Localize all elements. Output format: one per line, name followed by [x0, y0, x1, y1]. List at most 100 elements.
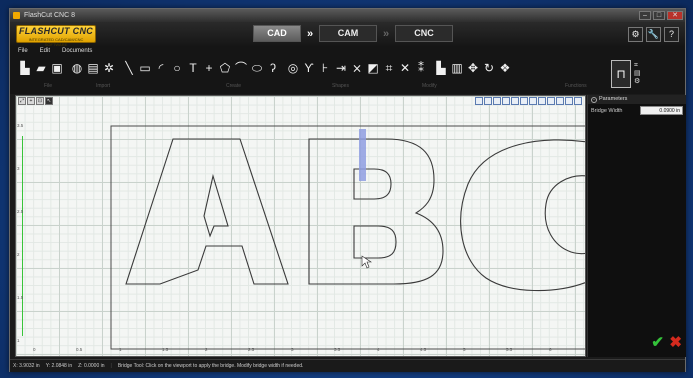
- cad-viewport[interactable]: ⤢ + ⊡ ↖ 3.5 3 2.5 2 1.5 1 0 0.5 1 1.5 2 …: [15, 95, 586, 357]
- y-tick-label: 2.5: [17, 209, 24, 214]
- view-option-icon[interactable]: [574, 97, 582, 105]
- view-option-icon[interactable]: [556, 97, 564, 105]
- collapse-icon[interactable]: −: [591, 96, 597, 103]
- work-area-boundary: [110, 125, 585, 350]
- bridge-width-row: Bridge Width: [588, 104, 686, 117]
- text-icon[interactable]: T: [186, 60, 200, 76]
- accept-checkmark-icon[interactable]: ✔: [651, 333, 664, 351]
- x-tick-label: 5.5: [506, 347, 513, 352]
- view-option-icon[interactable]: [484, 97, 492, 105]
- status-bar: X: 3.9032 in Y: 2.0848 in Z: 0.0000 in |…: [10, 359, 685, 372]
- x-ruler: 0 0.5 1 1.5 2 2.5 3 3.5 4 4.5 5 5.5 6: [16, 347, 585, 356]
- status-y-coord: Y: 2.0848 in: [45, 363, 73, 369]
- view-option-icon[interactable]: [547, 97, 555, 105]
- status-x-coord: X: 3.9032 in: [13, 363, 40, 369]
- y-tick-label: 3.5: [17, 123, 24, 128]
- select-arrow-icon[interactable]: ↖: [45, 97, 53, 105]
- array-icon[interactable]: ⌗: [382, 60, 396, 76]
- minimize-button[interactable]: –: [639, 11, 651, 20]
- close-button[interactable]: ✕: [667, 11, 683, 20]
- zoom-in-icon[interactable]: +: [27, 97, 35, 105]
- flashcut-logo: FLASHCUT CNC INTEGRATED CAD/CAM/CNC SOFT…: [16, 25, 96, 47]
- x-tick-label: 3.5: [334, 347, 341, 352]
- spiral-icon[interactable]: ʔ: [266, 60, 280, 76]
- image-icon[interactable]: ◩: [366, 60, 380, 76]
- view-option-icon[interactable]: [529, 97, 537, 105]
- menu-documents[interactable]: Documents: [62, 46, 92, 56]
- top-bar: FLASHCUT CNC INTEGRATED CAD/CAM/CNC SOFT…: [10, 22, 685, 47]
- bridge-width-label: Bridge Width: [591, 107, 623, 114]
- y-tick-label: 2: [17, 252, 20, 257]
- x-tick-label: 1: [119, 347, 122, 352]
- align-icon[interactable]: ⁑: [414, 60, 428, 76]
- fillet-icon[interactable]: ϒ: [302, 60, 316, 76]
- toolbar-group-labels: File Import Create Shapes Modify Functio…: [10, 83, 685, 91]
- x-tick-label: 3: [291, 347, 294, 352]
- rectangle-icon[interactable]: ▭: [138, 60, 152, 76]
- line-icon[interactable]: ╲: [122, 60, 136, 76]
- gear-import-icon[interactable]: ✲: [102, 60, 116, 76]
- tab-cad[interactable]: CAD: [253, 25, 301, 42]
- x-tick-label: 4: [377, 347, 380, 352]
- polygon-icon[interactable]: ⬠: [218, 60, 232, 76]
- view-option-icon[interactable]: [565, 97, 573, 105]
- menu-file[interactable]: File: [18, 46, 28, 56]
- shapes-icon[interactable]: ◎: [286, 60, 300, 76]
- menu-edit[interactable]: Edit: [40, 46, 50, 56]
- move-icon[interactable]: ✥: [466, 60, 480, 76]
- point-icon[interactable]: +: [202, 60, 216, 76]
- letter-b-outline: [308, 138, 444, 285]
- view-option-icon[interactable]: [538, 97, 546, 105]
- tab-cam[interactable]: CAM: [319, 25, 377, 42]
- delete-icon[interactable]: ▥: [450, 60, 464, 76]
- group-label-create: Create: [226, 83, 242, 89]
- globe-import-icon[interactable]: ◍: [70, 60, 84, 76]
- trim-icon[interactable]: ⇥: [334, 60, 348, 76]
- x-tick-label: 5: [463, 347, 466, 352]
- view-option-icon[interactable]: [511, 97, 519, 105]
- parameters-header[interactable]: − Parameters: [588, 95, 686, 104]
- y-tick-label: 3: [17, 166, 20, 171]
- tab-cnc[interactable]: CNC: [395, 25, 453, 42]
- drawing-canvas[interactable]: [16, 96, 586, 357]
- rotate-icon[interactable]: ↻: [482, 60, 496, 76]
- status-separator: |: [110, 363, 112, 369]
- letter-a-outline: [125, 138, 289, 285]
- wrench-icon[interactable]: 🔧: [646, 27, 661, 42]
- view-option-icon[interactable]: [475, 97, 483, 105]
- chamfer-icon[interactable]: ⊦: [318, 60, 332, 76]
- arc-icon[interactable]: ◜: [154, 60, 168, 76]
- zoom-window-icon[interactable]: ⊡: [36, 97, 44, 105]
- view-option-icon[interactable]: [502, 97, 510, 105]
- grid-tool-icon[interactable]: ⌗: [634, 62, 648, 70]
- layers-tool-icon[interactable]: ▤: [634, 70, 648, 78]
- maximize-button[interactable]: □: [653, 11, 665, 20]
- mirror-icon[interactable]: ❖: [498, 60, 512, 76]
- tools-icon[interactable]: ✕: [398, 60, 412, 76]
- x-tick-label: 2.5: [248, 347, 255, 352]
- x-tick-label: 2: [205, 347, 208, 352]
- bridge-width-input[interactable]: [640, 106, 683, 115]
- cancel-x-icon[interactable]: ✖: [669, 333, 682, 351]
- toolbar: ▙ ▰ ▣ ◍ ▤ ✲ ╲ ▭ ◜ ○ T + ⬠ ⌒ ⬭ ʔ ◎ ϒ ⊦ ⇥ …: [10, 56, 685, 94]
- group-label-modify: Modify: [422, 83, 437, 89]
- group-label-import: Import: [96, 83, 111, 89]
- settings-icon[interactable]: ⚙: [628, 27, 643, 42]
- curve-icon[interactable]: ⌒: [234, 60, 248, 76]
- status-message: Bridge Tool: Click on the viewport to ap…: [117, 363, 304, 369]
- window-title: FlashCut CNC 8: [24, 12, 75, 19]
- save-icon[interactable]: ▣: [50, 60, 64, 76]
- circle-icon[interactable]: ○: [170, 60, 184, 76]
- view-option-icon[interactable]: [493, 97, 501, 105]
- break-icon[interactable]: ⨯: [350, 60, 364, 76]
- y-tick-label: 1: [17, 338, 20, 343]
- chevron-right-icon: »: [306, 27, 314, 40]
- new-file-icon[interactable]: ▙: [18, 60, 32, 76]
- document-import-icon[interactable]: ▤: [86, 60, 100, 76]
- open-folder-icon[interactable]: ▰: [34, 60, 48, 76]
- view-option-icon[interactable]: [520, 97, 528, 105]
- help-icon[interactable]: ?: [664, 27, 679, 42]
- ellipse-icon[interactable]: ⬭: [250, 60, 264, 76]
- copy-icon[interactable]: ▙: [434, 60, 448, 76]
- bridge-highlight: [359, 129, 366, 181]
